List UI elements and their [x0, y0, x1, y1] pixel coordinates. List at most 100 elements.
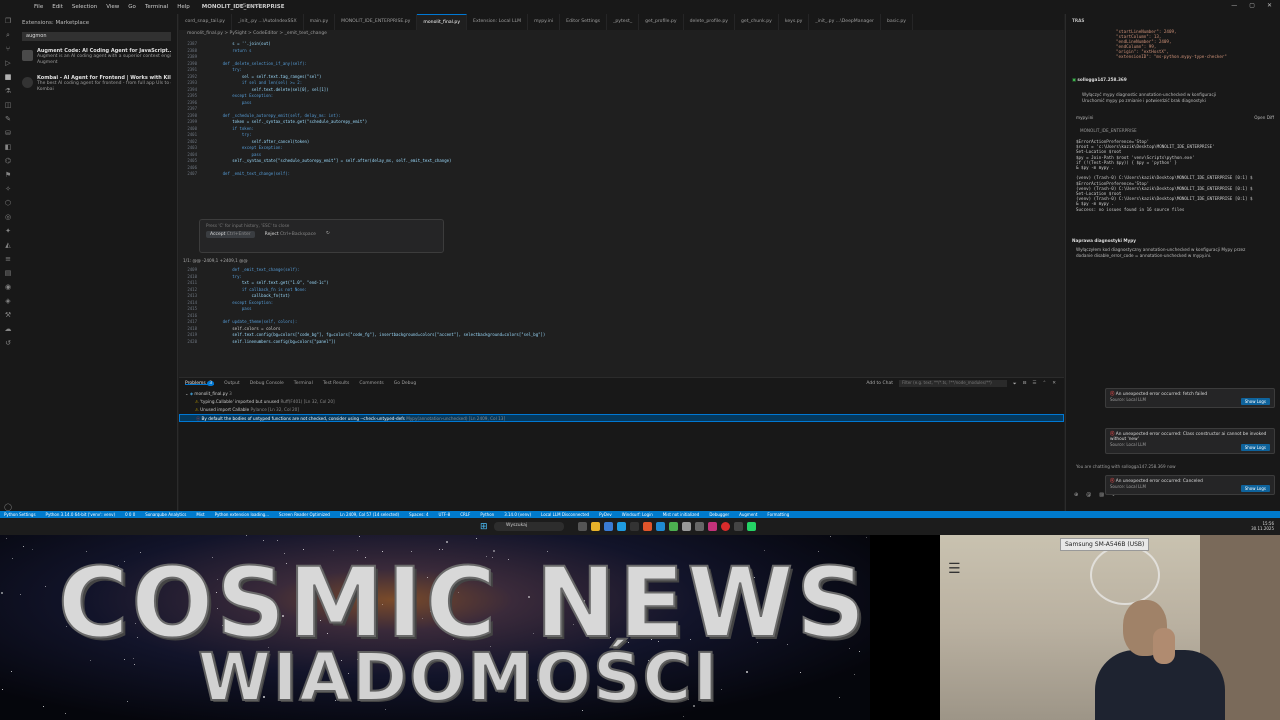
status-item[interactable]: 0 0 0 [125, 512, 135, 517]
tab-keys[interactable]: keys.py [779, 14, 810, 30]
extension-item-kombai[interactable]: Kombai - AI Agent for Frontend | Works w… [16, 72, 177, 99]
show-logs-button[interactable]: Show Logs [1240, 398, 1270, 405]
collapse-all-icon[interactable]: ⊟ [1023, 381, 1027, 386]
tab-cord-snap-tail[interactable]: cord_snap_tail.py [179, 14, 232, 30]
tab-delete-profile[interactable]: delete_profile.py [684, 14, 735, 30]
file-explorer-icon[interactable] [591, 522, 600, 531]
tab-extension-local-llm[interactable]: Extension: Local LLM [467, 14, 529, 30]
menu-edit[interactable]: Edit [52, 4, 63, 10]
problems-filter-input[interactable]: Filter (e.g. text, **/*.ts, !**/node_mod… [899, 380, 1007, 387]
tab-basic[interactable]: basic.py [881, 14, 913, 30]
edge-icon[interactable] [617, 522, 626, 531]
extensions-search-input[interactable]: augmon [22, 32, 171, 41]
list-icon[interactable]: ≡ [0, 252, 16, 266]
tab-monolit-enterprise[interactable]: MONOLIT_IDE_ENTERPRISE.py [335, 14, 418, 30]
open-diff-button[interactable]: Open Diff [1254, 115, 1274, 120]
explorer-icon[interactable]: ❐ [0, 14, 16, 28]
show-logs-button[interactable]: Show Logs [1240, 444, 1270, 451]
search-icon[interactable]: ⌕ [0, 28, 16, 42]
tab-init-autoindex[interactable]: _init_.py ...\AutoIndexSSX [232, 14, 304, 30]
grid-icon[interactable]: ▤ [0, 266, 16, 280]
status-item[interactable]: Windsurf: Login [622, 512, 653, 517]
inline-chat-input[interactable]: Press 'C' for input history, 'ESC' to cl… [200, 220, 443, 231]
flask-icon[interactable]: ◭ [0, 238, 16, 252]
tab-output[interactable]: Output [224, 381, 240, 386]
status-item[interactable]: CRLF [460, 512, 470, 517]
mention-icon[interactable]: @ [1086, 492, 1091, 498]
slack-icon[interactable] [708, 522, 717, 531]
status-item[interactable]: Screen Reader Optimized [279, 512, 330, 517]
code-view-bottom[interactable]: 2409 def _emit_text_change(self): 2410 tr… [179, 267, 545, 345]
settings-app-icon[interactable] [695, 522, 704, 531]
code-line[interactable]: 2405 self._syntax_state["schedule_autore… [179, 158, 451, 165]
globe-icon[interactable]: ◎ [0, 210, 16, 224]
add-to-chat-button[interactable]: Add to Chat [866, 381, 893, 386]
terminal-output[interactable]: $ErrorActionPreference='Stop' $root = 'c:… [1066, 133, 1280, 212]
start-icon[interactable]: ⊞ [480, 522, 488, 532]
extensions-icon[interactable]: ▦ [0, 70, 16, 84]
tab-init-deepmanager[interactable]: _init_.py ...\DeepManager [809, 14, 881, 30]
status-item[interactable]: 3.14.0 (venv) [504, 512, 531, 517]
status-item[interactable]: Local LLM Disconnected [541, 512, 589, 517]
menu-terminal[interactable]: Terminal [145, 4, 168, 10]
status-item[interactable]: Python 3.14.0 64-bit ('venv': venv) [46, 512, 116, 517]
status-item[interactable]: UTF-8 [439, 512, 451, 517]
status-item[interactable]: Python [480, 512, 494, 517]
testing-icon[interactable]: ⚗ [0, 84, 16, 98]
maximize-icon[interactable]: ▢ [1249, 2, 1255, 9]
status-item[interactable]: Sonarqube Analytics [145, 512, 186, 517]
task-view-icon[interactable] [578, 522, 587, 531]
code-line[interactable]: 2407 def _emit_text_change(self): [179, 171, 451, 178]
accept-button[interactable]: Accept Ctrl+Enter [206, 231, 255, 238]
status-item[interactable]: Spaces: 4 [409, 512, 428, 517]
status-item[interactable]: PyDev [599, 512, 612, 517]
python-icon[interactable]: ⌬ [0, 154, 16, 168]
terminal-app-icon[interactable] [630, 522, 639, 531]
code-line[interactable]: 2420 self.linenumbers.config(bg=colors["… [179, 339, 545, 346]
bookmark-icon[interactable]: ⚑ [0, 168, 16, 182]
tab-pytest[interactable]: _pytest_ [607, 14, 640, 30]
store-icon[interactable] [604, 522, 613, 531]
status-item[interactable]: Augment [739, 512, 757, 517]
status-item[interactable]: Python extension loading... [215, 512, 269, 517]
brave-icon[interactable] [643, 522, 652, 531]
tab-mypy-ini[interactable]: mypy.ini [528, 14, 561, 30]
show-logs-button[interactable]: Show Logs [1240, 485, 1270, 492]
chrome-icon[interactable] [669, 522, 678, 531]
problem-row[interactable]: ⚠ 'typing.Callable' imported but unused … [179, 398, 1064, 406]
breadcrumb[interactable]: monolit_final.py > PySight > CodeEditor … [179, 30, 1064, 39]
view-as-tree-icon[interactable]: ☰ [1032, 381, 1036, 386]
menu-file[interactable]: File [34, 4, 43, 10]
tab-problems[interactable]: Problems 3 [185, 381, 215, 386]
tab-debug-console[interactable]: Debug Console [250, 381, 284, 386]
tab-terminal[interactable]: Terminal [294, 381, 313, 386]
record-icon[interactable] [721, 522, 730, 531]
hamburger-menu-icon[interactable]: ☰ [948, 561, 961, 577]
menu-help[interactable]: Help [177, 4, 190, 10]
close-icon[interactable]: ✕ [1267, 2, 1272, 9]
source-control-icon[interactable]: ⑂ [0, 42, 16, 56]
vscode-icon[interactable] [656, 522, 665, 531]
sparkle-icon[interactable]: ✦ [0, 224, 16, 238]
extension-item-augment[interactable]: Augment Code: AI Coding Agent for JavaSc… [16, 45, 177, 72]
tab-get-profile[interactable]: get_profile.py [639, 14, 684, 30]
cursor-app-icon[interactable] [682, 522, 691, 531]
tab-editor-settings[interactable]: Editor Settings [560, 14, 608, 30]
problem-row[interactable]: ⚠ Unused import Callable Pylance [Ln 32,… [179, 406, 1064, 414]
menu-selection[interactable]: Selection [72, 4, 97, 10]
tab-go-debug[interactable]: Go Debug [394, 381, 416, 386]
status-item[interactable]: Formatting [767, 512, 789, 517]
obs-icon[interactable] [734, 522, 743, 531]
whatsapp-icon[interactable] [747, 522, 756, 531]
close-panel-icon[interactable]: ✕ [1052, 381, 1056, 386]
run-debug-icon[interactable]: ▷ [0, 56, 16, 70]
bot-icon[interactable]: ◉ [0, 280, 16, 294]
reject-button[interactable]: Reject Ctrl+Backspace [263, 231, 318, 238]
minimize-icon[interactable]: — [1231, 2, 1237, 9]
attach-icon[interactable]: ⊕ [1074, 492, 1078, 498]
maximize-panel-icon[interactable]: ⌃ [1042, 381, 1046, 386]
database-icon[interactable]: ⛁ [0, 126, 16, 140]
image-icon[interactable]: ▨ [1099, 492, 1104, 498]
menu-go[interactable]: Go [128, 4, 136, 10]
problems-file-row[interactable]: ⌄ ◆ monolit_final.py 3 [179, 390, 1064, 398]
